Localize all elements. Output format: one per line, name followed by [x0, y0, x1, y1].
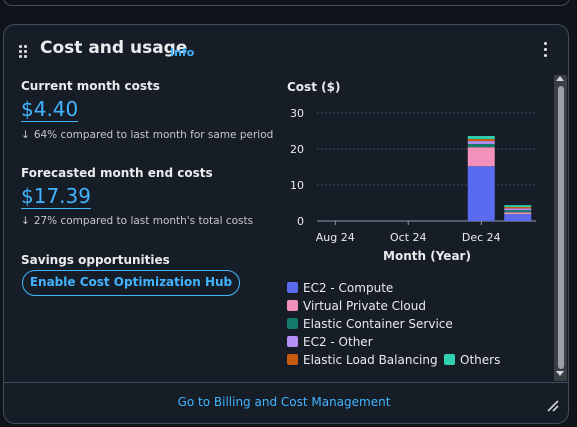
current-month-delta: ↓ 64% compared to last month for same per…	[21, 129, 273, 141]
current-month-delta-text: 64% compared to last month for same peri…	[33, 129, 274, 141]
info-link[interactable]: Info	[170, 46, 194, 59]
bar-segment	[504, 214, 532, 221]
bar-segment	[504, 210, 532, 213]
drag-handle-icon[interactable]	[19, 45, 29, 59]
x-tick-label: Aug 24	[316, 231, 355, 244]
scrollbar-thumb[interactable]	[558, 86, 564, 369]
bar-segment	[467, 138, 495, 142]
legend-swatch	[444, 354, 455, 365]
billing-link[interactable]: Go to Billing and Cost Management	[4, 395, 564, 409]
bar-segment	[504, 208, 532, 211]
footer-divider	[4, 382, 568, 383]
bar-segment	[504, 212, 532, 215]
legend-item: EC2 - Compute	[287, 281, 393, 295]
arrow-down-icon: ↓	[21, 215, 30, 227]
legend-item: Virtual Private Cloud	[287, 299, 426, 313]
chart-title: Cost ($)	[287, 80, 341, 94]
savings-opportunities-label: Savings opportunities	[21, 253, 170, 267]
scroll-down-icon[interactable]	[556, 371, 564, 376]
y-tick-label: 0	[297, 215, 304, 228]
legend-label: Elastic Container Service	[303, 317, 453, 331]
y-tick-label: 10	[290, 179, 304, 192]
legend-swatch	[287, 318, 298, 329]
bar-segment	[504, 205, 532, 207]
previous-widget-edge	[3, 0, 570, 6]
scroll-up-icon[interactable]	[556, 76, 564, 81]
cost-chart: 0 10 20 30 Aug 24 Oct 24 Dec 24 Month (Year)	[290, 107, 536, 263]
cost-and-usage-widget: Cost and usage Info Current month costs …	[3, 24, 569, 424]
resize-handle-icon[interactable]	[547, 400, 559, 412]
enable-cost-optimization-hub-button[interactable]: Enable Cost Optimization Hub	[22, 270, 240, 296]
legend-item: Others	[444, 353, 500, 367]
widget-title: Cost and usage	[40, 38, 188, 58]
forecast-costs-label: Forecasted month end costs	[21, 166, 213, 180]
legend-label: EC2 - Other	[303, 335, 373, 349]
legend-item: Elastic Load Balancing	[287, 353, 438, 367]
legend-label: Others	[460, 353, 501, 367]
x-tick-label: Oct 24	[390, 231, 427, 244]
bar-segment	[467, 166, 495, 221]
current-month-costs-value[interactable]: $4.40	[21, 97, 79, 122]
legend-swatch	[287, 300, 298, 311]
bar-segment	[467, 143, 495, 148]
bar-segment	[467, 141, 495, 144]
arrow-down-icon: ↓	[21, 129, 30, 141]
legend-label: Virtual Private Cloud	[303, 299, 426, 313]
bar-segment	[504, 206, 532, 209]
more-actions-icon[interactable]	[543, 42, 549, 58]
legend-label: Elastic Load Balancing	[303, 353, 438, 367]
forecast-delta: ↓ 27% compared to last month's total cost…	[21, 215, 253, 227]
x-axis-label: Month (Year)	[383, 249, 471, 263]
forecast-delta-text: 27% compared to last month's total costs	[33, 215, 254, 227]
legend-label: EC2 - Compute	[303, 281, 394, 295]
forecast-costs-value[interactable]: $17.39	[21, 184, 91, 209]
x-tick-label: Dec 24	[462, 231, 501, 244]
y-tick-label: 30	[290, 107, 304, 120]
bar-segment	[467, 147, 495, 167]
legend-swatch	[287, 282, 298, 293]
legend-item: Elastic Container Service	[287, 317, 453, 331]
bar-segment	[467, 136, 495, 139]
y-tick-label: 20	[290, 143, 304, 156]
current-month-costs-label: Current month costs	[21, 79, 160, 93]
legend-swatch	[287, 354, 298, 365]
legend-item: EC2 - Other	[287, 335, 373, 349]
legend-swatch	[287, 336, 298, 347]
